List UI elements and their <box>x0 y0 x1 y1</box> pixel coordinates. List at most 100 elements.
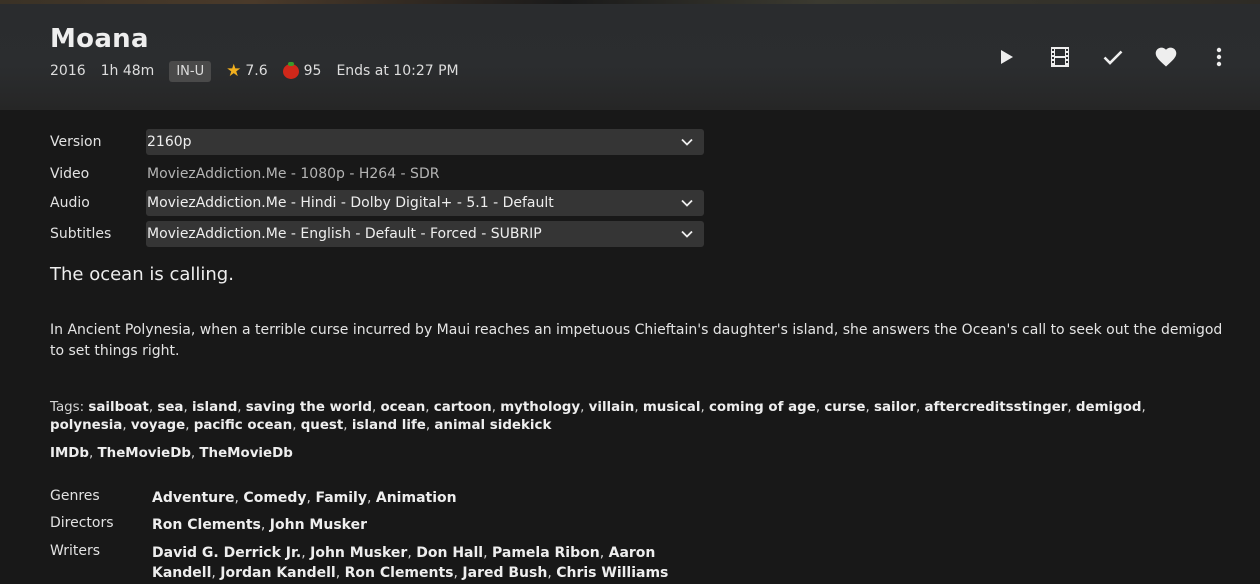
list-separator: , <box>865 400 874 415</box>
subtitles-select[interactable]: MoviezAddiction.Me - English - Default -… <box>146 221 704 247</box>
list-separator: , <box>211 565 221 581</box>
community-rating: 7.6 <box>245 63 268 79</box>
year: 2016 <box>50 63 86 79</box>
audio-row: Audio MoviezAddiction.Me - Hindi - Dolby… <box>50 190 704 216</box>
list-separator: , <box>425 400 434 415</box>
writer-link[interactable]: Pamela Ribon <box>492 545 600 561</box>
director-link[interactable]: Ron Clements <box>152 517 261 533</box>
video-value: MoviezAddiction.Me - 1080p - H264 - SDR <box>147 166 440 182</box>
list-separator: , <box>700 400 709 415</box>
header-backdrop: Moana 2016 1h 48m IN-U ★ 7.6 95 Ends at … <box>0 0 1260 110</box>
ends-at: Ends at 10:27 PM <box>336 63 459 79</box>
tags-label: Tags: <box>50 400 85 415</box>
external-links: IMDb, TheMovieDb, TheMovieDb <box>50 446 293 461</box>
chevron-down-icon <box>681 199 693 207</box>
tag-link[interactable]: animal sidekick <box>434 418 551 433</box>
external-link[interactable]: IMDb <box>50 446 89 461</box>
overview: In Ancient Polynesia, when a terrible cu… <box>50 322 1223 359</box>
play-icon <box>1001 50 1013 64</box>
action-buttons <box>994 44 1232 70</box>
audio-label: Audio <box>50 195 90 211</box>
version-row: Version 2160p <box>50 129 704 155</box>
favorite-button[interactable] <box>1153 44 1179 70</box>
genres-list: Adventure, Comedy, Family, Animation <box>152 488 712 508</box>
backdrop-strip <box>0 0 1260 4</box>
tag-link[interactable]: saving the world <box>246 400 372 415</box>
director-link[interactable]: John Musker <box>270 517 367 533</box>
genres-row: Genres Adventure, Comedy, Family, Animat… <box>50 488 712 508</box>
genre-link[interactable]: Animation <box>376 490 457 506</box>
tag-link[interactable]: aftercreditsstinger <box>925 400 1068 415</box>
tag-link[interactable]: island life <box>352 418 426 433</box>
version-label: Version <box>50 134 102 150</box>
writer-link[interactable]: Ron Clements <box>345 565 454 581</box>
tag-link[interactable]: quest <box>301 418 344 433</box>
subtitles-value: MoviezAddiction.Me - English - Default -… <box>147 226 542 242</box>
writer-link[interactable]: David G. Derrick Jr. <box>152 545 301 561</box>
version-select[interactable]: 2160p <box>146 129 704 155</box>
tag-link[interactable]: mythology <box>500 400 580 415</box>
genre-link[interactable]: Comedy <box>243 490 306 506</box>
tag-link[interactable]: coming of age <box>709 400 816 415</box>
tag-link[interactable]: musical <box>643 400 701 415</box>
list-separator: , <box>1141 400 1146 415</box>
list-separator: , <box>185 418 194 433</box>
tag-link[interactable]: polynesia <box>50 418 122 433</box>
writer-link[interactable]: Chris Williams <box>556 565 668 581</box>
page-title: Moana <box>50 24 149 54</box>
genre-link[interactable]: Adventure <box>152 490 235 506</box>
tag-link[interactable]: sailboat <box>88 400 148 415</box>
genres-label: Genres <box>50 488 100 504</box>
runtime: 1h 48m <box>100 63 155 79</box>
tomato-icon <box>282 61 299 79</box>
tag-link[interactable]: cartoon <box>434 400 492 415</box>
writers-row: Writers David G. Derrick Jr., John Muske… <box>50 543 712 583</box>
writer-link[interactable]: Don Hall <box>416 545 483 561</box>
list-separator: , <box>122 418 131 433</box>
list-separator: , <box>183 400 192 415</box>
play-button[interactable] <box>994 44 1020 70</box>
tag-link[interactable]: ocean <box>380 400 425 415</box>
more-button[interactable] <box>1206 44 1232 70</box>
check-icon <box>1103 50 1123 65</box>
audio-value: MoviezAddiction.Me - Hindi - Dolby Digit… <box>147 195 554 211</box>
tag-link[interactable]: villain <box>589 400 635 415</box>
genre-link[interactable]: Family <box>315 490 367 506</box>
tag-link[interactable]: sea <box>157 400 183 415</box>
trailer-button[interactable] <box>1047 44 1073 70</box>
tag-link[interactable]: voyage <box>131 418 185 433</box>
writer-link[interactable]: Jared Bush <box>462 565 547 581</box>
audio-select[interactable]: MoviezAddiction.Me - Hindi - Dolby Digit… <box>146 190 704 216</box>
tags-section: Tags: sailboat, sea, island, saving the … <box>50 399 1200 435</box>
tags-list: sailboat, sea, island, saving the world,… <box>50 400 1146 433</box>
list-separator: , <box>491 400 501 415</box>
film-icon <box>1051 47 1069 67</box>
external-link[interactable]: TheMovieDb <box>199 446 292 461</box>
directors-row: Directors Ron Clements, John Musker <box>50 515 712 535</box>
tag-link[interactable]: island <box>192 400 237 415</box>
writers-list: David G. Derrick Jr., John Musker, Don H… <box>152 543 712 583</box>
mark-played-button[interactable] <box>1100 44 1126 70</box>
video-label: Video <box>50 166 90 182</box>
list-separator: , <box>366 490 376 506</box>
tag-link[interactable]: pacific ocean <box>194 418 292 433</box>
tag-link[interactable]: demigod <box>1076 400 1142 415</box>
subtitles-label: Subtitles <box>50 226 112 242</box>
list-separator: , <box>89 446 98 461</box>
list-separator: , <box>599 545 609 561</box>
video-row: Video MoviezAddiction.Me - 1080p - H264 … <box>50 161 439 187</box>
subtitles-row: Subtitles MoviezAddiction.Me - English -… <box>50 221 704 247</box>
writer-link[interactable]: Jordan Kandell <box>220 565 335 581</box>
list-separator: , <box>343 418 352 433</box>
version-value: 2160p <box>147 134 192 150</box>
tag-link[interactable]: curse <box>824 400 865 415</box>
list-separator: , <box>237 400 246 415</box>
external-link[interactable]: TheMovieDb <box>98 446 191 461</box>
list-separator: , <box>483 545 492 561</box>
directors-list: Ron Clements, John Musker <box>152 515 712 535</box>
list-separator: , <box>260 517 270 533</box>
writer-link[interactable]: John Musker <box>310 545 407 561</box>
list-separator: , <box>580 400 589 415</box>
directors-label: Directors <box>50 515 114 531</box>
tag-link[interactable]: sailor <box>874 400 916 415</box>
